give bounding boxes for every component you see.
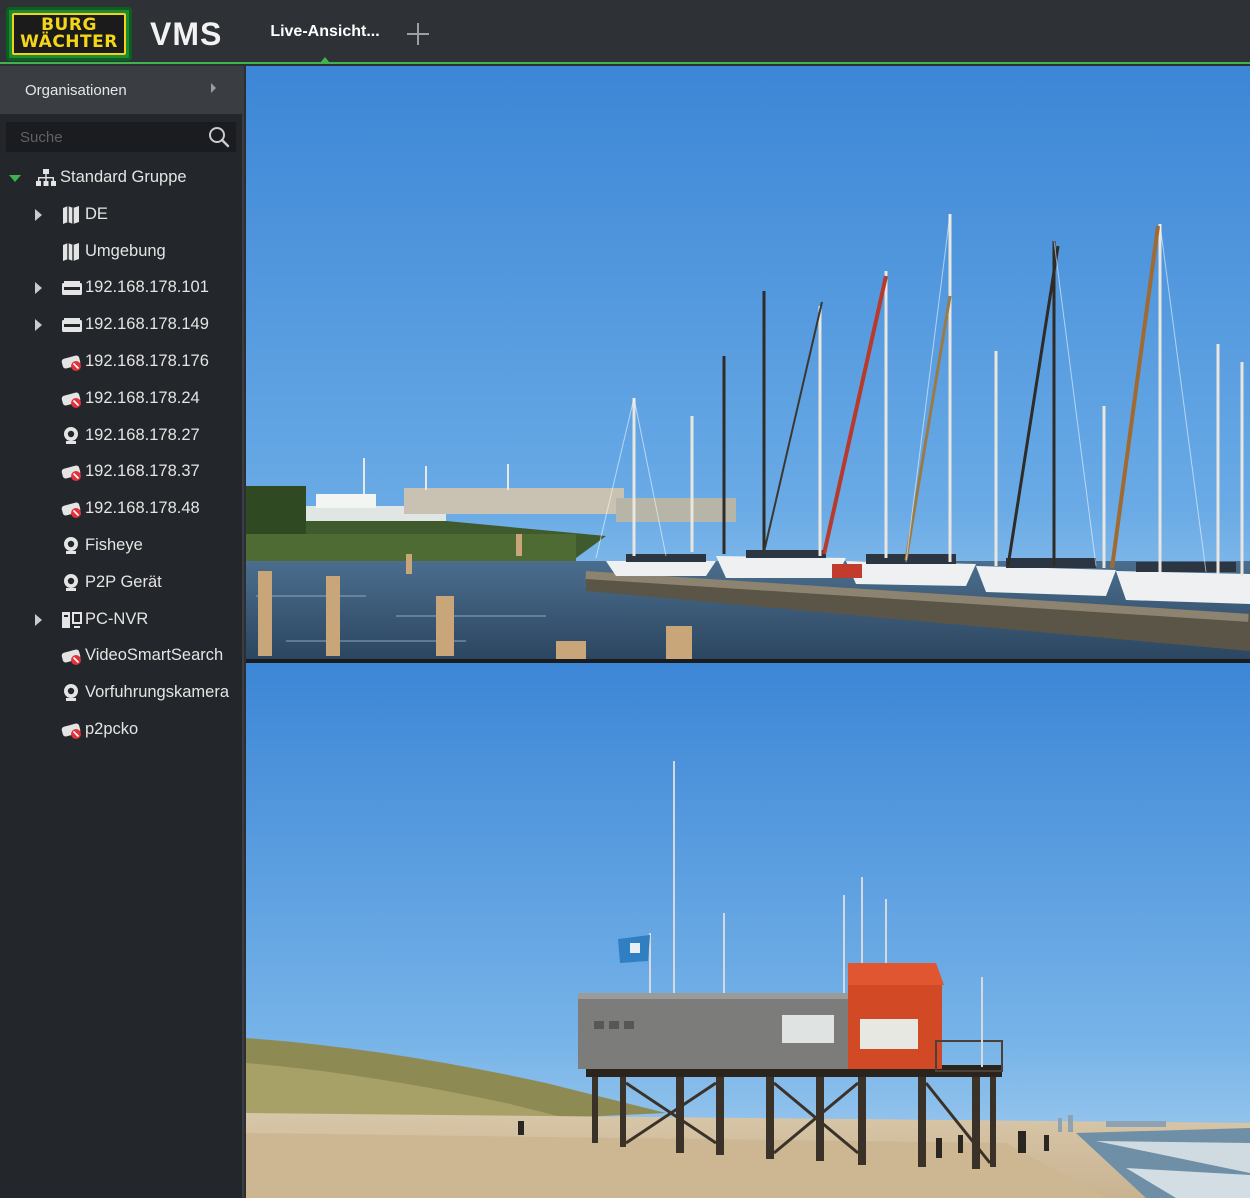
tree-item-label: 192.168.178.24	[85, 388, 200, 407]
tree-item-de[interactable]: DE	[0, 197, 242, 234]
map-icon	[63, 242, 79, 261]
expand-right-icon[interactable]	[35, 613, 42, 626]
camera-offline-icon	[61, 355, 81, 371]
logo-text-bottom: WÄCHTER	[20, 32, 118, 52]
tree-item-pc-nvr[interactable]: PC-NVR	[0, 602, 242, 639]
organizations-label: Organisationen	[25, 81, 127, 99]
tree-item-device-101[interactable]: 192.168.178.101	[0, 270, 242, 307]
tree-item-label: 192.168.178.176	[85, 351, 209, 370]
live-view-grid	[246, 66, 1250, 1198]
map-icon	[63, 205, 79, 224]
tree-item-umgebung[interactable]: Umgebung	[0, 234, 242, 271]
group-tree-icon	[36, 169, 56, 186]
webcam-icon	[64, 536, 78, 554]
tree-item-label: Fisheye	[85, 535, 143, 554]
tree-item-device-149[interactable]: 192.168.178.149	[0, 307, 242, 344]
chevron-right-icon[interactable]	[211, 83, 216, 93]
tree-item-label: 192.168.178.101	[85, 278, 209, 297]
video-pane-marina[interactable]	[246, 66, 1250, 659]
camera-offline-icon	[61, 465, 81, 482]
tree-item-label: PC-NVR	[85, 609, 149, 628]
add-tab-plus-icon[interactable]	[402, 18, 434, 50]
tree-item-device-24[interactable]: 192.168.178.24	[0, 381, 242, 418]
tree-item-p2p-geraet[interactable]: P2P Gerät	[0, 565, 242, 602]
video-pane-beach[interactable]	[246, 663, 1250, 1198]
webcam-icon	[64, 573, 78, 591]
tree-item-label: 192.168.178.48	[85, 499, 200, 518]
tree-item-label: 192.168.178.27	[85, 425, 200, 444]
active-tab-indicator	[320, 57, 330, 63]
tab-live-view[interactable]: Live-Ansicht...	[258, 0, 392, 64]
tree-item-standard-gruppe[interactable]: Standard Gruppe	[0, 160, 242, 197]
camera-offline-icon	[61, 502, 81, 519]
tree-item-label: Vorfuhrungskamera	[85, 683, 229, 702]
tree-item-device-48[interactable]: 192.168.178.48	[0, 491, 242, 528]
expand-right-icon[interactable]	[35, 208, 42, 221]
marina-scene-image	[246, 66, 1250, 659]
tree-item-vorfuhrungskamera[interactable]: Vorfuhrungskamera	[0, 675, 242, 712]
tree-item-p2pcko[interactable]: p2pcko	[0, 712, 242, 749]
tree-item-label: Standard Gruppe	[60, 168, 187, 186]
search-box	[6, 122, 236, 152]
burg-waechter-logo: BURG WÄCHTER	[6, 7, 132, 61]
tree-item-fisheye[interactable]: Fisheye	[0, 528, 242, 565]
app-title: VMS	[150, 16, 223, 52]
nvr-device-icon	[62, 318, 82, 333]
search-icon[interactable]	[208, 126, 230, 148]
tree-item-label: P2P Gerät	[85, 572, 162, 591]
organizations-header[interactable]: Organisationen	[0, 66, 242, 114]
tree-item-label: Umgebung	[85, 241, 166, 260]
tree-item-device-37[interactable]: 192.168.178.37	[0, 454, 242, 491]
camera-offline-icon	[61, 392, 81, 408]
device-tree: Standard Gruppe DE Umgebung 192.168.178.…	[0, 160, 242, 749]
beach-scene-image	[246, 663, 1250, 1198]
top-bar: BURG WÄCHTER VMS Live-Ansicht...	[0, 0, 1250, 64]
expand-right-icon[interactable]	[35, 282, 42, 295]
camera-offline-icon	[61, 723, 81, 739]
tree-item-label: p2pcko	[85, 719, 139, 738]
tree-item-label: 192.168.178.37	[85, 462, 200, 481]
tree-item-label: DE	[85, 204, 108, 223]
pc-nvr-icon	[62, 611, 82, 628]
search-input[interactable]	[6, 122, 236, 152]
tree-item-videosmartsearch[interactable]: VideoSmartSearch	[0, 638, 242, 675]
webcam-icon	[64, 426, 78, 444]
camera-offline-icon	[61, 649, 81, 666]
tree-item-device-27[interactable]: 192.168.178.27	[0, 418, 242, 455]
tree-item-label: VideoSmartSearch	[85, 646, 224, 665]
webcam-icon	[64, 684, 78, 702]
tree-item-label: 192.168.178.149	[85, 315, 209, 334]
tree-item-device-176[interactable]: 192.168.178.176	[0, 344, 242, 381]
expand-down-icon[interactable]	[9, 175, 21, 182]
device-sidebar: Organisationen Standard Gruppe	[0, 66, 244, 1198]
expand-right-icon[interactable]	[35, 319, 42, 332]
nvr-device-icon	[62, 281, 82, 296]
